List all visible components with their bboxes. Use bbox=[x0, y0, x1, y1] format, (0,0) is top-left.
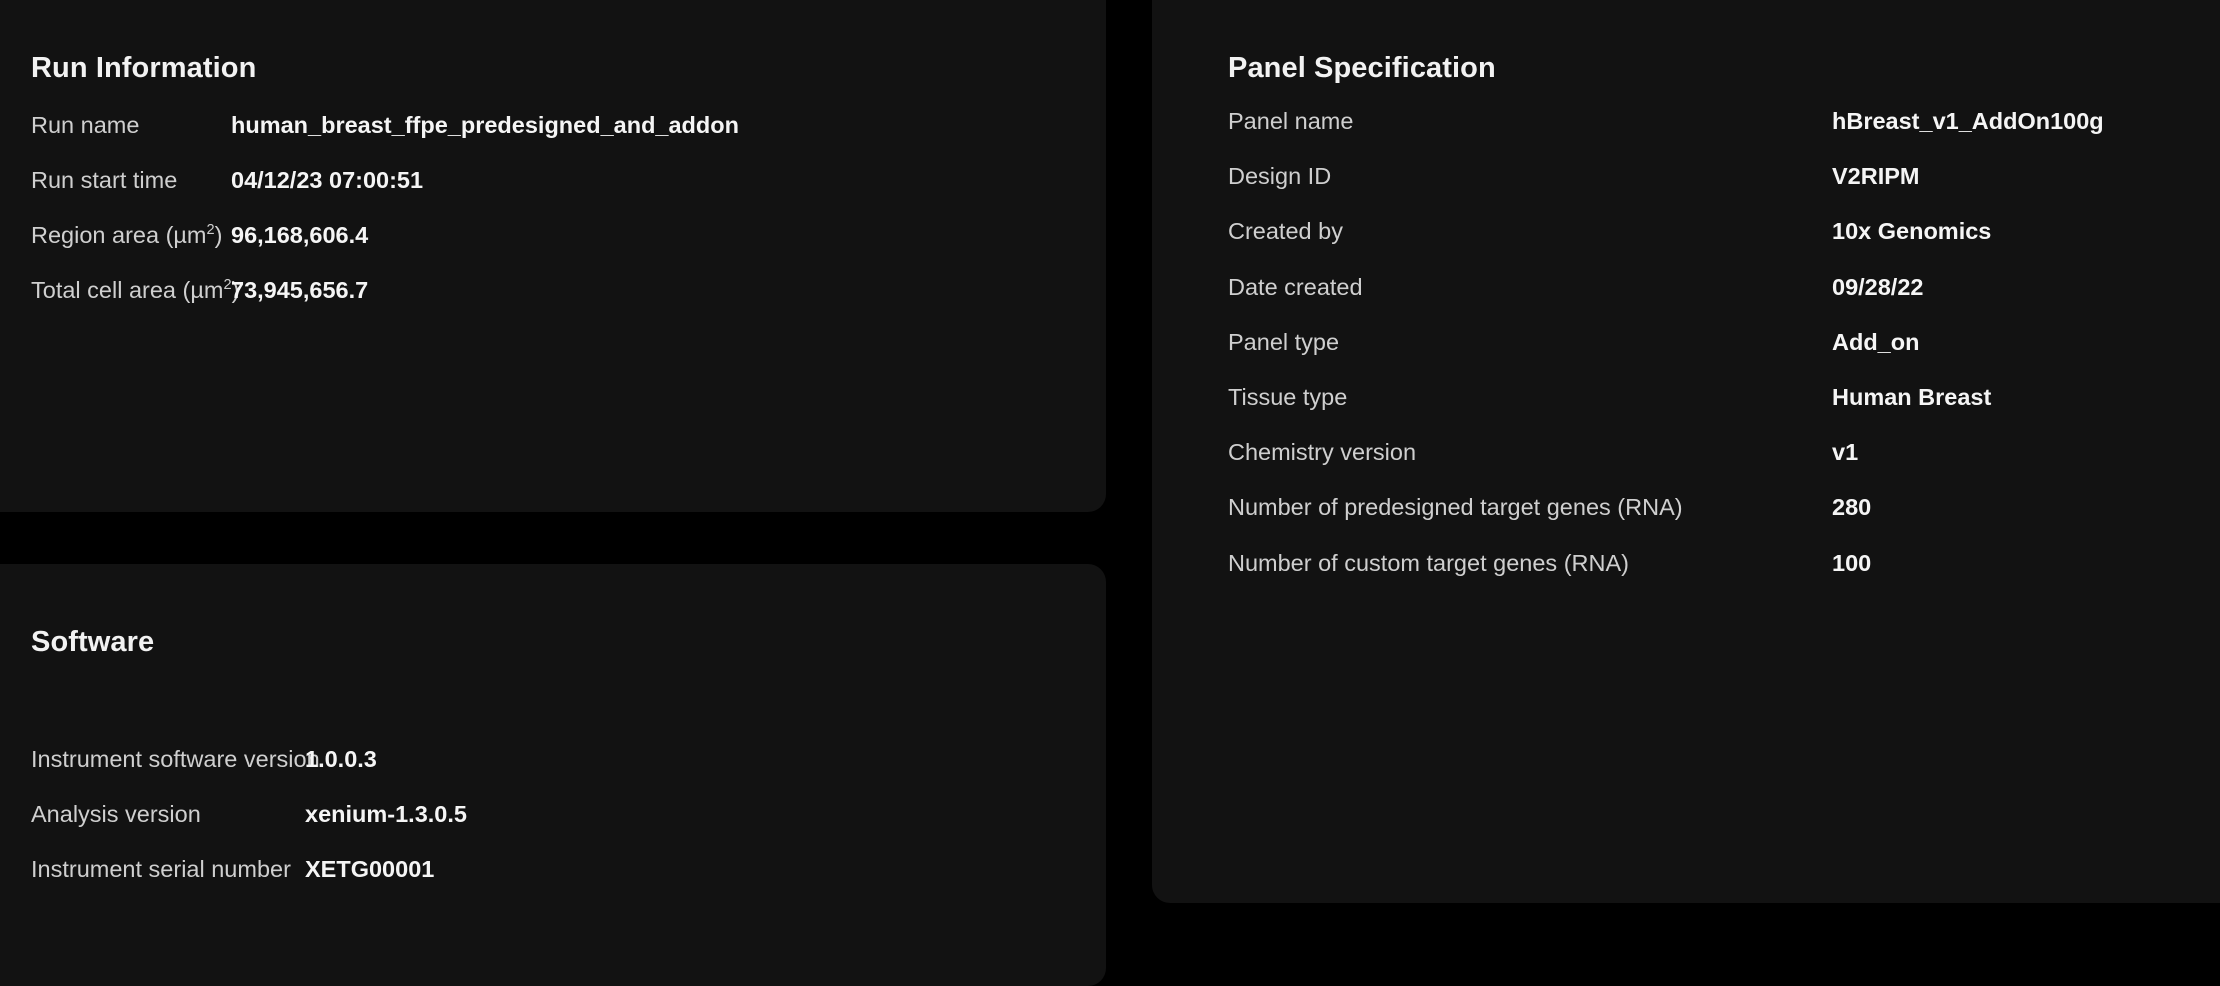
metric-label: Created by bbox=[1228, 218, 1343, 245]
metric-label: Instrument software version bbox=[31, 746, 320, 772]
metric-value: Human Breast bbox=[1832, 384, 1992, 410]
metric-row: Panel name hBreast_v1_AddOn100g bbox=[1152, 106, 2220, 136]
metric-value: Add_on bbox=[1832, 328, 1920, 355]
metric-row: Design ID V2RIPM bbox=[1152, 161, 2220, 191]
metric-value: hBreast_v1_AddOn100g bbox=[1832, 108, 2104, 134]
panel-specification-title: Panel Specification bbox=[1228, 52, 1496, 85]
metric-value: 09/28/22 bbox=[1832, 273, 1924, 300]
metric-row: Tissue type Human Breast bbox=[1152, 382, 2220, 412]
run-information-title: Run Information bbox=[31, 52, 257, 85]
software-title: Software bbox=[31, 626, 155, 659]
metric-label: Number of custom target genes (RNA) bbox=[1228, 549, 1629, 576]
metric-value: 1.0.0.3 bbox=[305, 746, 377, 772]
metric-label: Design ID bbox=[1228, 163, 1332, 190]
metric-label: Total cell area (µm2) bbox=[31, 277, 240, 303]
metric-row: Date created 09/28/22 bbox=[1152, 272, 2220, 302]
metric-row: Number of custom target genes (RNA) 100 bbox=[1152, 548, 2220, 578]
software-card: Software Instrument software version 1.0.… bbox=[0, 564, 1106, 986]
metric-value: 04/12/23 07:00:51 bbox=[231, 167, 424, 193]
metric-label: Panel name bbox=[1228, 108, 1354, 134]
metric-label: Run start time bbox=[31, 167, 178, 193]
metric-label: Instrument serial number bbox=[31, 856, 291, 882]
metric-row: Run name human_breast_ffpe_predesigned_an… bbox=[0, 110, 1106, 140]
metric-value: 73,945,656.7 bbox=[231, 277, 369, 303]
metric-label: Tissue type bbox=[1228, 384, 1348, 410]
metric-row: Created by 10x Genomics bbox=[1152, 216, 2220, 246]
metric-value: 10x Genomics bbox=[1832, 218, 1992, 245]
metric-label: Date created bbox=[1228, 273, 1363, 300]
panel-specification-card: Panel Specification Panel name hBreast_v1… bbox=[1152, 0, 2220, 903]
metric-label: Analysis version bbox=[31, 801, 201, 827]
metric-row: Region area (µm2) 96,168,606.4 bbox=[0, 220, 1106, 250]
metric-label: Chemistry version bbox=[1228, 439, 1417, 466]
metric-value: human_breast_ffpe_predesigned_and_addon bbox=[231, 112, 739, 138]
metric-row: Analysis version xenium-1.3.0.5 bbox=[0, 799, 1106, 829]
metric-value: 96,168,606.4 bbox=[231, 222, 369, 248]
metric-value: v1 bbox=[1832, 439, 1859, 466]
metric-value: 280 bbox=[1832, 494, 1872, 521]
metric-value: 100 bbox=[1832, 549, 1872, 576]
metric-label: Panel type bbox=[1228, 328, 1340, 355]
metric-label: Run name bbox=[31, 112, 140, 138]
metric-row: Instrument software version 1.0.0.3 bbox=[0, 744, 1106, 774]
metric-value: V2RIPM bbox=[1832, 163, 1920, 190]
superscript-unit: 2 bbox=[206, 222, 215, 239]
metric-value: XETG00001 bbox=[305, 856, 435, 882]
metric-row: Number of predesigned target genes (RNA)… bbox=[1152, 492, 2220, 522]
metric-row: Total cell area (µm2) 73,945,656.7 bbox=[0, 275, 1106, 305]
metric-row: Run start time 04/12/23 07:00:51 bbox=[0, 165, 1106, 195]
metric-row: Instrument serial number XETG00001 bbox=[0, 854, 1106, 884]
metric-row: Panel type Add_on bbox=[1152, 327, 2220, 357]
metric-value: xenium-1.3.0.5 bbox=[305, 801, 467, 827]
metric-row: Chemistry version v1 bbox=[1152, 437, 2220, 467]
summary-metrics-page: Run Information Run name human_breast_ffp… bbox=[0, 0, 2220, 986]
metric-label: Region area (µm2) bbox=[31, 222, 223, 248]
run-information-card: Run Information Run name human_breast_ffp… bbox=[0, 0, 1106, 512]
metric-label: Number of predesigned target genes (RNA) bbox=[1228, 494, 1683, 521]
